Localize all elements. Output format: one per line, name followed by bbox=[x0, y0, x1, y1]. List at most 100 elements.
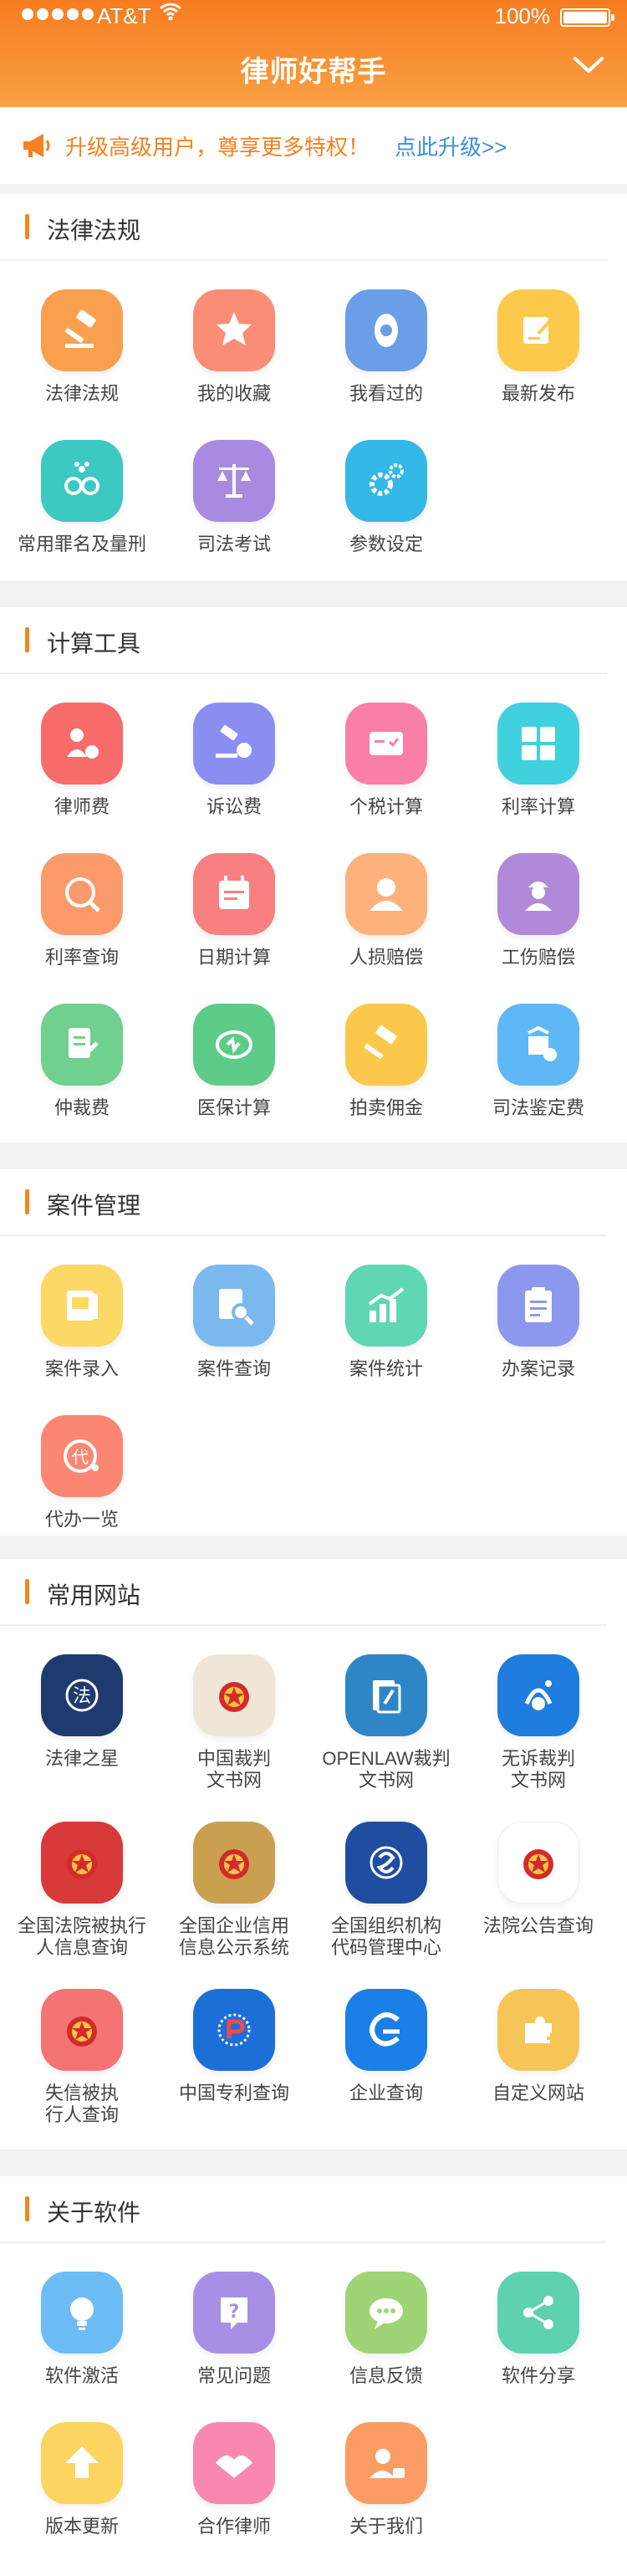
enterprise-logo-icon bbox=[345, 1989, 427, 2071]
lawsuit-fee-icon bbox=[193, 703, 275, 785]
grid-item[interactable]: 常用罪名及量刑 bbox=[7, 440, 157, 555]
section-3: 案件管理案件录入 案件查询 案件统计 办案记录代代办一览 bbox=[0, 1169, 627, 1536]
grid-item[interactable]: OPENLAW裁判 文书网 bbox=[311, 1654, 461, 1791]
share-icon bbox=[497, 2272, 579, 2354]
grid-item[interactable]: 全国企业信用 信息公示系统 bbox=[159, 1822, 309, 1959]
star-icon bbox=[193, 289, 275, 371]
grid-item[interactable]: 案件查询 bbox=[159, 1265, 309, 1380]
section-header: 法律法规 bbox=[0, 194, 607, 261]
upgrade-link[interactable]: 点此升级>> bbox=[395, 130, 507, 161]
grid-item-label: 医保计算 bbox=[196, 1097, 271, 1118]
section-accent-bar bbox=[25, 1579, 29, 1604]
grid-item-label: 我的收藏 bbox=[196, 383, 271, 404]
national-emblem-icon bbox=[41, 1989, 123, 2071]
grid-item-label: 全国法院被执行 人信息查询 bbox=[17, 1915, 146, 1958]
page-title: 律师好帮手 bbox=[240, 56, 387, 88]
section-title: 法律法规 bbox=[47, 217, 141, 243]
grid-item-label: 个税计算 bbox=[349, 796, 423, 817]
grid-item[interactable]: 中国裁判 文书网 bbox=[159, 1654, 309, 1791]
grid-item[interactable]: 司法鉴定费 bbox=[463, 1004, 614, 1119]
chevron-down-icon[interactable] bbox=[572, 55, 605, 75]
grid-item-label: 司法鉴定费 bbox=[492, 1097, 584, 1118]
grid-item[interactable]: 关于我们 bbox=[311, 2422, 461, 2538]
grid-item-label: 拍卖佣金 bbox=[349, 1097, 423, 1118]
grid-item[interactable]: 失信被执 行人查询 bbox=[7, 1989, 157, 2126]
grid-item[interactable]: 拍卖佣金 bbox=[311, 1004, 461, 1119]
grid-item[interactable]: 代代办一览 bbox=[7, 1415, 157, 1531]
grid-item[interactable]: 自定义网站 bbox=[463, 1989, 614, 2104]
grid-item[interactable]: 中国专利查询 bbox=[159, 1989, 309, 2104]
grid-item-label: 律师费 bbox=[54, 796, 110, 817]
grid-item-label: 案件查询 bbox=[196, 1358, 271, 1379]
grid-item[interactable]: 法法律之星 bbox=[7, 1654, 157, 1770]
handcuffs-icon bbox=[41, 440, 123, 522]
appraisal-icon bbox=[497, 1004, 579, 1086]
puzzle-icon bbox=[497, 1989, 579, 2071]
grid-item[interactable]: 司法考试 bbox=[159, 440, 309, 555]
grid-item-label: 办案记录 bbox=[501, 1358, 575, 1379]
grid-item-label: 关于我们 bbox=[349, 2516, 423, 2537]
tax-icon bbox=[345, 703, 427, 785]
grid-item-label: 人损赔偿 bbox=[349, 947, 423, 968]
medical-icon bbox=[193, 1004, 275, 1086]
grid-item[interactable]: 个税计算 bbox=[311, 703, 461, 818]
section-accent-bar bbox=[25, 1189, 29, 1214]
grid-item[interactable]: 案件录入 bbox=[7, 1265, 157, 1380]
battery-icon bbox=[560, 8, 614, 27]
grid-item-label: 全国组织机构 代码管理中心 bbox=[330, 1915, 441, 1958]
grid-item[interactable]: 版本更新 bbox=[7, 2422, 157, 2538]
grid-item-label: 司法考试 bbox=[196, 534, 271, 555]
grid-item[interactable]: 我看过的 bbox=[311, 289, 461, 405]
section-header: 案件管理 bbox=[0, 1169, 607, 1236]
edit-icon bbox=[497, 289, 579, 371]
national-emblem-icon bbox=[193, 1822, 275, 1904]
grid-item-label: 信息反馈 bbox=[349, 2365, 423, 2386]
gear-icon bbox=[345, 440, 427, 522]
grid-item-label: 诉讼费 bbox=[206, 796, 262, 817]
grid-item[interactable]: 无诉裁判 文书网 bbox=[463, 1654, 614, 1791]
grid-item[interactable]: 人损赔偿 bbox=[311, 853, 461, 969]
grid-item[interactable]: 办案记录 bbox=[463, 1265, 614, 1380]
grid-item[interactable]: 法院公告查询 bbox=[463, 1822, 614, 1937]
section-header: 关于软件 bbox=[0, 2176, 607, 2243]
grid-item[interactable]: 参数设定 bbox=[311, 440, 461, 555]
grid-item[interactable]: 工伤赔偿 bbox=[463, 853, 614, 969]
grid-item[interactable]: 我的收藏 bbox=[159, 289, 309, 405]
grid-item-label: 常用罪名及量刑 bbox=[17, 534, 146, 555]
worker-icon bbox=[497, 853, 579, 935]
grid-item[interactable]: 全国组织机构 代码管理中心 bbox=[311, 1822, 461, 1959]
grid-item-label: 中国专利查询 bbox=[178, 2083, 289, 2103]
grid-item[interactable]: 全国法院被执行 人信息查询 bbox=[7, 1822, 157, 1959]
grid-item-label: 自定义网站 bbox=[492, 2083, 584, 2103]
grid-item[interactable]: 案件统计 bbox=[311, 1265, 461, 1380]
grid-item[interactable]: 仲裁费 bbox=[7, 1004, 157, 1119]
grid-item[interactable]: 信息反馈 bbox=[311, 2272, 461, 2387]
grid-item[interactable]: 诉讼费 bbox=[159, 703, 309, 818]
percent-icon bbox=[41, 853, 123, 935]
upgrade-banner[interactable]: 升级高级用户，尊享更多特权！ 点此升级>> bbox=[0, 107, 627, 184]
grid-item[interactable]: 最新发布 bbox=[463, 289, 614, 405]
section-1: 法律法规 法律法规 我的收藏 我看过的 最新发布 常用罪名及量刑 司法考试 参数设定 bbox=[0, 194, 627, 580]
grid-item[interactable]: 企业查询 bbox=[311, 1989, 461, 2104]
grid-item[interactable]: 日期计算 bbox=[159, 853, 309, 969]
svg-text:?: ? bbox=[229, 2302, 240, 2323]
grid-item[interactable]: 合作律师 bbox=[159, 2422, 309, 2538]
section-title: 关于软件 bbox=[47, 2200, 141, 2226]
section-5: 关于软件 软件激活? 常见问题 信息反馈 软件分享 版本更新 合作律师 关于我们 bbox=[0, 2176, 627, 2576]
grid-item[interactable]: 软件分享 bbox=[463, 2272, 614, 2387]
grid-item[interactable]: 法律法规 bbox=[7, 289, 157, 405]
grid-item[interactable]: 医保计算 bbox=[159, 1004, 309, 1119]
grid-item[interactable]: 利率查询 bbox=[7, 853, 157, 969]
grid-item[interactable]: 利率计算 bbox=[463, 703, 614, 818]
grid-item[interactable]: 软件激活 bbox=[7, 2272, 157, 2387]
upgrade-message: 升级高级用户，尊享更多特权！ bbox=[65, 134, 370, 160]
grid-item-label: 法律法规 bbox=[44, 383, 119, 404]
clipboard-icon bbox=[497, 1265, 579, 1347]
grid-item[interactable]: ? 常见问题 bbox=[159, 2272, 309, 2387]
grid-item-label: 代办一览 bbox=[44, 1509, 119, 1530]
section-4: 常用网站法法律之星 中国裁判 文书网 OPENLAW裁判 文书网 无诉裁判 文书网 全国… bbox=[0, 1559, 627, 2149]
grid-item[interactable]: 律师费 bbox=[7, 703, 157, 818]
grid-item-label: 常见问题 bbox=[196, 2365, 271, 2386]
grid-item-label: 软件激活 bbox=[44, 2365, 119, 2386]
grid-item-label: 法院公告查询 bbox=[482, 1915, 594, 1936]
